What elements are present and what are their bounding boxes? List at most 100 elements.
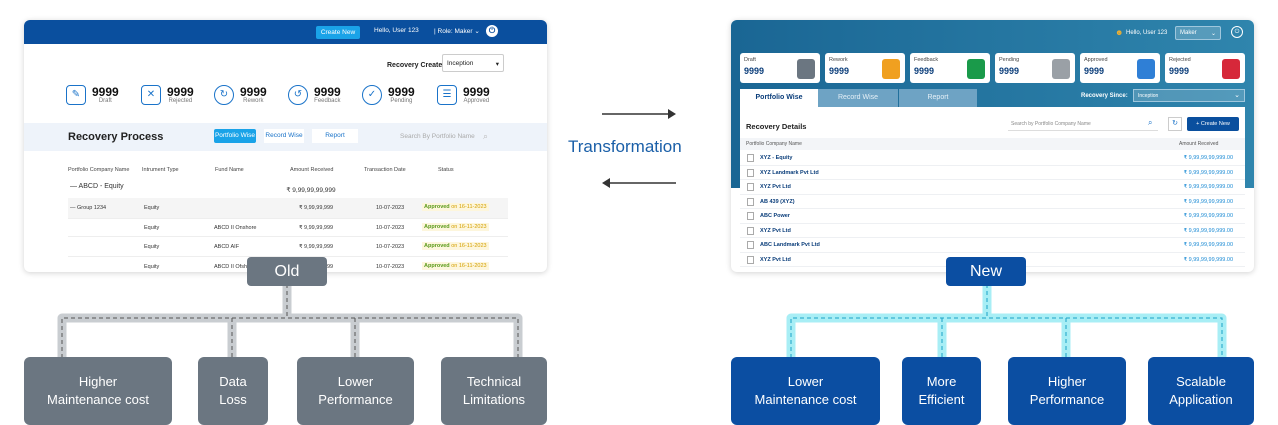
old-stat-label: Pending <box>390 98 413 104</box>
outcome-line2: Application <box>1169 392 1233 407</box>
new-search-input[interactable]: Search by Portfolio Company Name <box>1008 117 1158 131</box>
building-icon <box>747 183 754 191</box>
new-card-value: 9999 <box>1084 66 1105 76</box>
arrow-left-icon <box>602 178 676 188</box>
new-role-value: Maker <box>1180 30 1197 36</box>
new-recovery-since-select[interactable]: Inception ⌄ <box>1133 89 1245 102</box>
old-role-dropdown[interactable]: | Role: Maker ⌄ <box>434 27 480 35</box>
chevron-down-icon: ⌄ <box>1234 92 1240 99</box>
table-row[interactable]: XYZ Pvt Ltd ₹ 9,99,99,99,999.00 <box>740 180 1245 195</box>
new-card-rejected[interactable]: Rejected 9999 <box>1165 53 1245 83</box>
old-stat-label: Approved <box>463 98 490 104</box>
row-amount: ₹ 9,99,99,99,999.00 <box>1183 198 1233 205</box>
old-row-type: Equity <box>144 244 160 250</box>
old-col-header: Transaction Date <box>364 167 406 173</box>
row-company-name: XYZ Landmark Pvt Ltd <box>760 169 819 176</box>
old-header-bar: Create New Hello, User 123 | Role: Maker… <box>24 20 547 44</box>
row-amount: ₹ 9,99,99,99,999.00 <box>1183 169 1233 176</box>
new-outcome-box: Higher Performance <box>1008 357 1126 425</box>
outcome-line1: Higher <box>78 374 118 389</box>
new-tab-report[interactable]: Report <box>899 89 977 107</box>
chevron-down-icon: ⌄ <box>1210 31 1216 37</box>
table-row[interactable]: XYZ Landmark Pvt Ltd ₹ 9,99,99,99,999.00 <box>740 166 1245 180</box>
old-tab-report[interactable]: Report <box>312 129 358 143</box>
outcome-line1: Scalable <box>1176 374 1226 389</box>
old-stat-draft: ✎ 9999 Draft <box>66 82 119 108</box>
new-card-label: Rework <box>829 57 848 63</box>
rejected-icon <box>1222 59 1240 79</box>
new-app-screenshot: ☻ Hello, User 123 Maker ⌄ ⏻ Draft 9999 Re… <box>731 20 1254 272</box>
table-row[interactable]: AB 439 (XYZ) ₹ 9,99,99,99,999.00 <box>740 195 1245 209</box>
old-row-date: 10-07-2023 <box>376 264 405 270</box>
search-icon[interactable]: ⌕ <box>483 131 488 142</box>
rework-icon: ↻ <box>214 85 234 105</box>
old-col-header: Amount Received <box>290 167 334 173</box>
old-recovery-created-select[interactable]: Inception ▾ <box>442 54 504 72</box>
old-create-new-button[interactable]: Create New <box>316 26 360 39</box>
search-icon[interactable]: ⌕ <box>1148 118 1152 128</box>
divider <box>68 218 508 219</box>
old-power-icon[interactable]: ⏻ <box>486 25 498 37</box>
row-company-name: XYZ Pvt Ltd <box>760 227 791 234</box>
feedback-icon <box>967 59 985 79</box>
transformation-label: Transformation <box>568 137 682 156</box>
status-date: on 16-11-2023 <box>451 263 487 269</box>
row-amount: ₹ 9,99,99,99,999.00 <box>1183 227 1233 234</box>
new-recovery-since-value: Inception <box>1138 93 1159 99</box>
table-row[interactable]: XYZ - Equity ₹ 9,99,99,99,999.00 <box>740 151 1245 166</box>
old-row-date: 10-07-2023 <box>376 205 405 211</box>
row-company-name: XYZ Pvt Ltd <box>760 184 791 190</box>
pending-icon <box>1052 59 1070 79</box>
row-company-name: ABC Landmark Pvt Ltd <box>760 242 820 248</box>
old-stat-value: 9999 <box>463 85 490 99</box>
new-tag: New <box>946 257 1026 286</box>
old-recovery-created-value: Inception <box>447 60 474 67</box>
old-outcome-box: Higher Maintenance cost <box>24 357 172 425</box>
new-role-select[interactable]: Maker ⌄ <box>1175 26 1221 40</box>
building-icon <box>747 255 754 264</box>
building-icon <box>747 197 754 206</box>
new-card-label: Pending <box>999 57 1020 63</box>
new-table-header <box>740 138 1245 150</box>
building-icon <box>747 226 754 235</box>
old-stat-value: 9999 <box>314 85 341 99</box>
outcome-line2: Maintenance cost <box>47 392 149 407</box>
old-tab-portfolio-wise[interactable]: Portfolio Wise <box>214 129 256 143</box>
new-card-pending[interactable]: Pending 9999 <box>995 53 1075 83</box>
new-create-new-button[interactable]: + Create New <box>1187 117 1239 131</box>
old-col-header: Fund Name <box>215 167 244 173</box>
outcome-line1: Higher <box>1047 374 1087 389</box>
status-badge: Approved on 16-11-2023 <box>422 223 489 231</box>
old-stat-feedback: ↺ 9999 Feedback <box>288 82 341 108</box>
status-text: Approved <box>424 263 450 269</box>
new-card-rework[interactable]: Rework 9999 <box>825 53 905 83</box>
row-amount: ₹ 9,99,99,99,999.00 <box>1183 256 1233 263</box>
new-outcome-box: More Efficient <box>902 357 981 425</box>
new-tab-portfolio-wise[interactable]: Portfolio Wise <box>740 89 818 107</box>
new-power-icon[interactable]: ⏻ <box>1231 26 1243 38</box>
old-tab-record-wise[interactable]: Record Wise <box>264 129 304 143</box>
table-row[interactable]: ABC Landmark Pvt Ltd ₹ 9,99,99,99,999.00 <box>740 238 1245 253</box>
old-group-name: — ABCD - Equity <box>70 183 124 190</box>
outcome-line1: Lower <box>337 374 374 389</box>
new-card-draft[interactable]: Draft 9999 <box>740 53 820 83</box>
outcome-line2: Limitations <box>462 392 526 407</box>
table-row[interactable]: ABC Power ₹ 9,99,99,99,999.00 <box>740 209 1245 224</box>
refresh-icon[interactable]: ↻ <box>1168 117 1182 131</box>
old-stat-label: Rework <box>243 98 264 104</box>
new-user-greeting: Hello, User 123 <box>1126 30 1168 36</box>
new-card-feedback[interactable]: Feedback 9999 <box>910 53 990 83</box>
row-company-name: ABC Power <box>760 213 790 219</box>
old-search-input[interactable]: Search By Portfolio Name <box>400 133 475 140</box>
outcome-line2: Efficient <box>918 392 965 407</box>
user-avatar-icon: ☻ <box>1115 28 1124 37</box>
outcome-line2: Performance <box>1029 392 1105 407</box>
status-text: Approved <box>424 204 450 210</box>
table-row[interactable]: XYZ Pvt Ltd ₹ 9,99,99,99,999.00 <box>740 224 1245 238</box>
draft-icon: ✎ <box>66 85 86 105</box>
new-card-approved[interactable]: Approved 9999 <box>1080 53 1160 83</box>
new-tab-record-wise[interactable]: Record Wise <box>818 89 898 107</box>
old-tag: Old <box>247 257 327 286</box>
outcome-line2: Loss <box>219 392 247 407</box>
approved-icon: ☰ <box>437 85 457 105</box>
